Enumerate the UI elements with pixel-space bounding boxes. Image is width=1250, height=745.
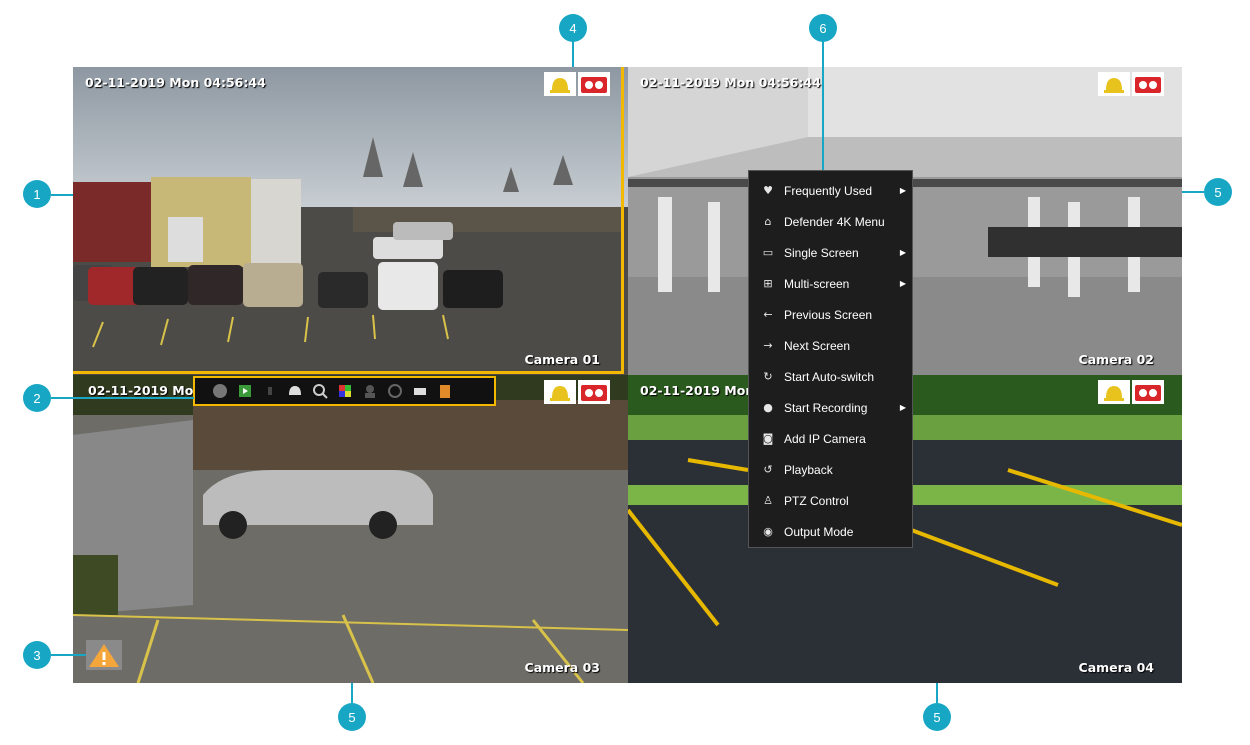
close-toolbar-button[interactable] — [436, 382, 454, 400]
callout-5-bottom-left: 5 — [338, 703, 366, 731]
camera-1-timestamp: 02-11-2019 Mon 04:56:44 — [85, 75, 266, 90]
motion-record-icon — [1132, 72, 1164, 96]
face-detection-button[interactable] — [361, 382, 379, 400]
menu-item-frequently-used[interactable]: ♥ Frequently Used ▶ — [749, 175, 912, 206]
camera-4-name: Camera 04 — [1078, 660, 1154, 675]
zoom-button[interactable] — [311, 382, 329, 400]
capture-icon — [289, 386, 301, 395]
submenu-arrow-icon: ▶ — [899, 403, 906, 412]
camera-2-name: Camera 02 — [1078, 352, 1154, 367]
callout-2: 2 — [23, 384, 51, 412]
alarm-bell-icon — [544, 380, 576, 404]
submenu-arrow-icon: ▶ — [899, 248, 906, 257]
home-icon: ⌂ — [764, 215, 772, 228]
camera-3-feed — [73, 375, 628, 683]
camera-settings-button[interactable] — [411, 382, 429, 400]
alarm-bell-icon — [544, 72, 576, 96]
playback-icon: ↺ — [763, 463, 773, 476]
camera-grid: 02-11-2019 Mon 04:56:44 Camera 01 02-11-… — [73, 67, 1182, 683]
mute-button[interactable] — [261, 382, 279, 400]
playback-icon — [239, 385, 251, 397]
camera-4-status-icons — [1098, 380, 1164, 404]
callout-1: 1 — [23, 180, 51, 208]
arrow-left-icon: ← — [763, 308, 773, 321]
callout-5-right: 5 — [1204, 178, 1232, 206]
menu-item-multi-screen[interactable]: ⊞ Multi-screen ▶ — [749, 268, 912, 299]
camera-2-status-icons — [1098, 72, 1164, 96]
motion-record-icon — [1132, 380, 1164, 404]
callout-5-bottom-right: 5 — [923, 703, 951, 731]
camera-1-status-icons — [544, 72, 610, 96]
camera-pane-1[interactable]: 02-11-2019 Mon 04:56:44 Camera 01 — [73, 67, 628, 375]
submenu-arrow-icon: ▶ — [899, 279, 906, 288]
menu-item-defender-4k-menu[interactable]: ⌂ Defender 4K Menu — [749, 206, 912, 237]
audio-icon — [268, 387, 272, 395]
callout-line-1 — [51, 194, 73, 196]
exit-icon — [440, 385, 450, 398]
menu-item-output-mode[interactable]: ◉ Output Mode — [749, 516, 912, 547]
motion-record-icon — [578, 380, 610, 404]
callout-3: 3 — [23, 641, 51, 669]
camera-3-status-icons — [544, 380, 610, 404]
menu-item-start-recording[interactable]: ● Start Recording ▶ — [749, 392, 912, 423]
camera-1-feed — [73, 67, 628, 375]
camera-1-name: Camera 01 — [524, 352, 600, 367]
ptz-icon: ♙ — [763, 494, 773, 507]
camera-quick-toolbar — [193, 376, 496, 406]
zoom-icon — [313, 384, 328, 399]
menu-item-start-auto-switch[interactable]: ↻ Start Auto-switch — [749, 361, 912, 392]
alarm-bell-icon — [1098, 72, 1130, 96]
camera-3-name: Camera 03 — [524, 660, 600, 675]
record-icon — [213, 384, 227, 398]
menu-item-single-screen[interactable]: ▭ Single Screen ▶ — [749, 237, 912, 268]
camera-4-timestamp: 02-11-2019 Mon — [640, 383, 755, 398]
menu-item-playback[interactable]: ↺ Playback — [749, 454, 912, 485]
color-palette-icon — [339, 385, 351, 397]
record-toggle-button[interactable] — [211, 382, 229, 400]
output-icon: ◉ — [763, 525, 773, 538]
menu-item-ptz-control[interactable]: ♙ PTZ Control — [749, 485, 912, 516]
callout-line-5-bottom-right — [936, 683, 938, 703]
multi-screen-icon: ⊞ — [763, 277, 773, 290]
camera-2-timestamp: 02-11-2019 Mon 04:56:44 — [640, 75, 821, 90]
refresh-icon — [388, 384, 402, 398]
callout-line-5-right — [1182, 191, 1204, 193]
heart-icon: ♥ — [763, 184, 773, 197]
refresh-icon: ↻ — [763, 370, 773, 383]
camera-pane-3[interactable]: 02-11-2019 Mon Camera 03 — [73, 375, 628, 683]
capture-button[interactable] — [286, 382, 304, 400]
warning-icon[interactable] — [86, 640, 122, 670]
camera-icon — [414, 388, 426, 395]
arrow-right-icon: → — [763, 339, 773, 352]
context-menu: ♥ Frequently Used ▶ ⌂ Defender 4K Menu ▭ Sin… — [748, 170, 913, 548]
alarm-bell-icon — [1098, 380, 1130, 404]
refresh-button[interactable] — [386, 382, 404, 400]
submenu-arrow-icon: ▶ — [899, 186, 906, 195]
image-settings-button[interactable] — [336, 382, 354, 400]
single-screen-icon: ▭ — [762, 246, 774, 259]
callout-line-2 — [51, 397, 194, 399]
menu-item-previous-screen[interactable]: ← Previous Screen — [749, 299, 912, 330]
callout-line-4 — [572, 41, 574, 67]
camera-3-timestamp: 02-11-2019 Mon — [88, 383, 203, 398]
callout-6: 6 — [809, 14, 837, 42]
menu-item-next-screen[interactable]: → Next Screen — [749, 330, 912, 361]
face-icon — [365, 385, 375, 398]
callout-line-5-bottom-left — [351, 683, 353, 703]
callout-line-6 — [822, 41, 824, 170]
record-icon: ● — [763, 401, 773, 414]
callout-line-3 — [51, 654, 86, 656]
callout-4: 4 — [559, 14, 587, 42]
motion-record-icon — [578, 72, 610, 96]
menu-item-add-ip-camera[interactable]: ◙ Add IP Camera — [749, 423, 912, 454]
instant-playback-button[interactable] — [236, 382, 254, 400]
camera-add-icon: ◙ — [762, 432, 774, 445]
